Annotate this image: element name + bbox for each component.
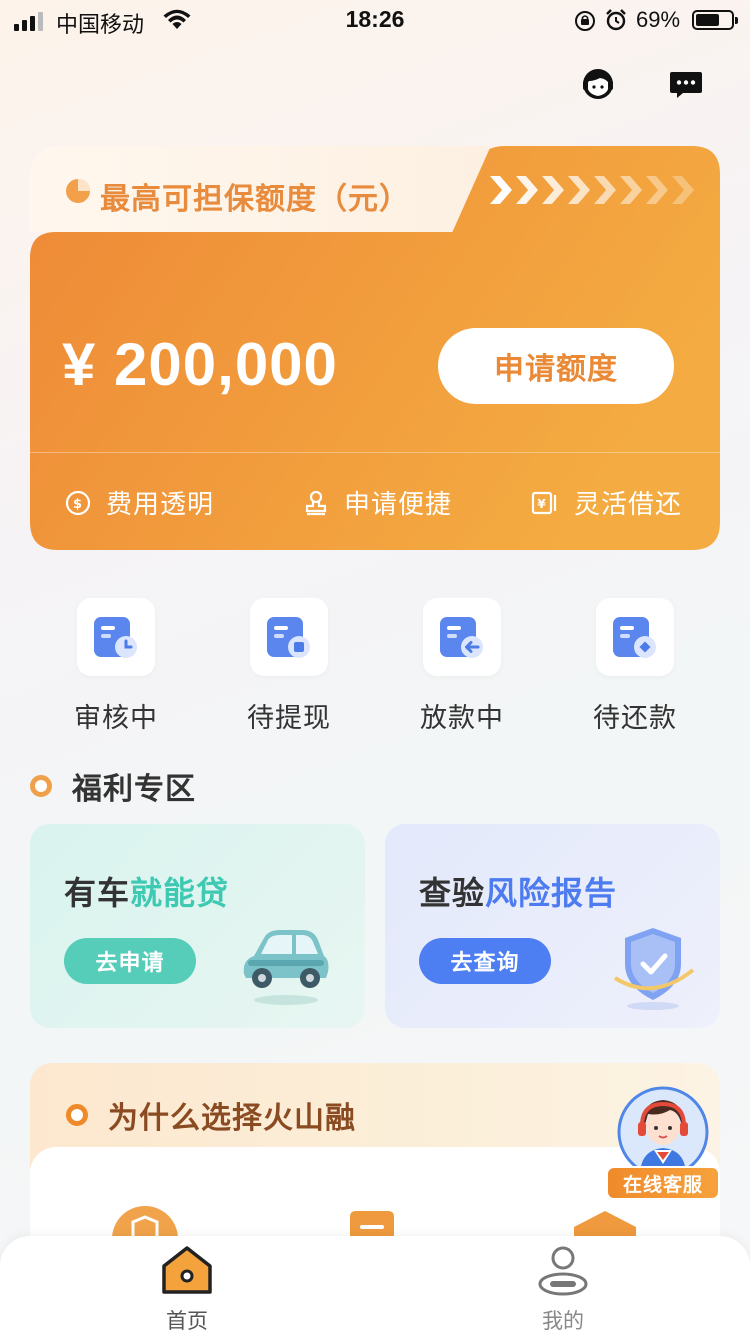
welfare-section-title: 福利专区 bbox=[30, 764, 196, 808]
title-plain: 查验 bbox=[419, 875, 486, 911]
why-section-title: 为什么选择火山融 bbox=[66, 1093, 356, 1137]
card-divider bbox=[30, 452, 720, 453]
message-icon[interactable] bbox=[666, 64, 706, 104]
disbursing-icon bbox=[440, 617, 483, 658]
title-plain: 有车 bbox=[64, 875, 131, 911]
tab-mine[interactable]: 我的 bbox=[503, 1244, 623, 1334]
status-label: 待提现 bbox=[247, 703, 331, 733]
cash-icon: ¥ bbox=[531, 491, 557, 514]
title-highlight: 就能贷 bbox=[130, 875, 230, 911]
customer-service-icon[interactable] bbox=[578, 64, 618, 104]
battery-percent: 69% bbox=[636, 7, 681, 32]
car-loan-card[interactable]: 有车就能贷 去申请 bbox=[30, 824, 365, 1028]
section-bullet-icon bbox=[66, 1104, 88, 1126]
status-label: 待还款 bbox=[593, 703, 677, 733]
pie-chart-icon bbox=[66, 179, 90, 203]
credit-limit-label: 最高可担保额度（元） bbox=[100, 183, 410, 216]
svg-text:¥: ¥ bbox=[537, 497, 546, 511]
status-pending-withdraw[interactable]: 待提现 bbox=[229, 598, 349, 735]
svg-text:$: $ bbox=[73, 497, 83, 512]
status-label: 审核中 bbox=[74, 703, 158, 733]
reviewing-icon bbox=[94, 617, 137, 658]
section-title-text: 福利专区 bbox=[72, 773, 196, 806]
tab-label: 我的 bbox=[542, 1310, 584, 1333]
battery-icon bbox=[692, 10, 738, 30]
risk-report-card[interactable]: 查验风险报告 去查询 bbox=[385, 824, 720, 1028]
coin-icon: $ bbox=[65, 490, 91, 515]
car-icon bbox=[243, 930, 329, 1005]
credit-limit-card: 最高可担保额度（元） ¥ 200,000 申请额度 $ 费用透明 申请便捷 ¥ … bbox=[30, 146, 720, 550]
section-bullet-icon bbox=[30, 775, 52, 797]
home-icon bbox=[162, 1246, 212, 1294]
status-icon-box bbox=[423, 598, 501, 676]
status-icon-box bbox=[77, 598, 155, 676]
rotation-lock-icon bbox=[575, 11, 595, 31]
status-icon-box bbox=[596, 598, 674, 676]
feature-label: 申请便捷 bbox=[344, 489, 453, 519]
alarm-icon bbox=[606, 9, 626, 31]
feature-easy-apply: 申请便捷 bbox=[302, 484, 452, 521]
tab-home[interactable]: 首页 bbox=[127, 1244, 247, 1334]
status-pending-repay[interactable]: 待还款 bbox=[575, 598, 695, 735]
car-loan-title: 有车就能贷 bbox=[64, 868, 229, 914]
online-service-label: 在线客服 bbox=[606, 1166, 720, 1200]
status-label: 放款中 bbox=[420, 703, 504, 733]
online-service-float[interactable]: 在线客服 bbox=[604, 1080, 722, 1210]
why-title-text: 为什么选择火山融 bbox=[108, 1102, 356, 1135]
status-bar: 中国移动 18:26 69% bbox=[0, 0, 750, 40]
tab-label: 首页 bbox=[166, 1310, 208, 1333]
feature-label: 费用透明 bbox=[106, 489, 215, 519]
pending-repay-icon bbox=[613, 617, 656, 658]
stamp-icon bbox=[305, 490, 327, 515]
feature-flexible-repay: ¥ 灵活借还 bbox=[530, 484, 682, 521]
feature-label: 灵活借还 bbox=[574, 489, 683, 519]
car-loan-apply-button[interactable]: 去申请 bbox=[64, 938, 196, 984]
bottom-tab-bar: 首页 我的 bbox=[0, 1236, 750, 1334]
title-highlight: 风险报告 bbox=[485, 875, 618, 911]
shield-icon bbox=[613, 928, 695, 1010]
agent-avatar-icon bbox=[617, 1086, 709, 1176]
pending-withdraw-icon bbox=[267, 617, 310, 658]
apply-limit-button[interactable]: 申请额度 bbox=[438, 328, 674, 404]
feature-transparent-fees: $ 费用透明 bbox=[64, 484, 214, 521]
chevrons-decoration bbox=[490, 176, 694, 204]
profile-icon bbox=[538, 1246, 588, 1296]
status-icon-box bbox=[250, 598, 328, 676]
risk-report-title: 查验风险报告 bbox=[419, 868, 617, 914]
status-disbursing[interactable]: 放款中 bbox=[402, 598, 522, 735]
risk-report-query-button[interactable]: 去查询 bbox=[419, 938, 551, 984]
status-reviewing[interactable]: 审核中 bbox=[56, 598, 176, 735]
credit-amount: ¥ 200,000 bbox=[62, 331, 338, 398]
